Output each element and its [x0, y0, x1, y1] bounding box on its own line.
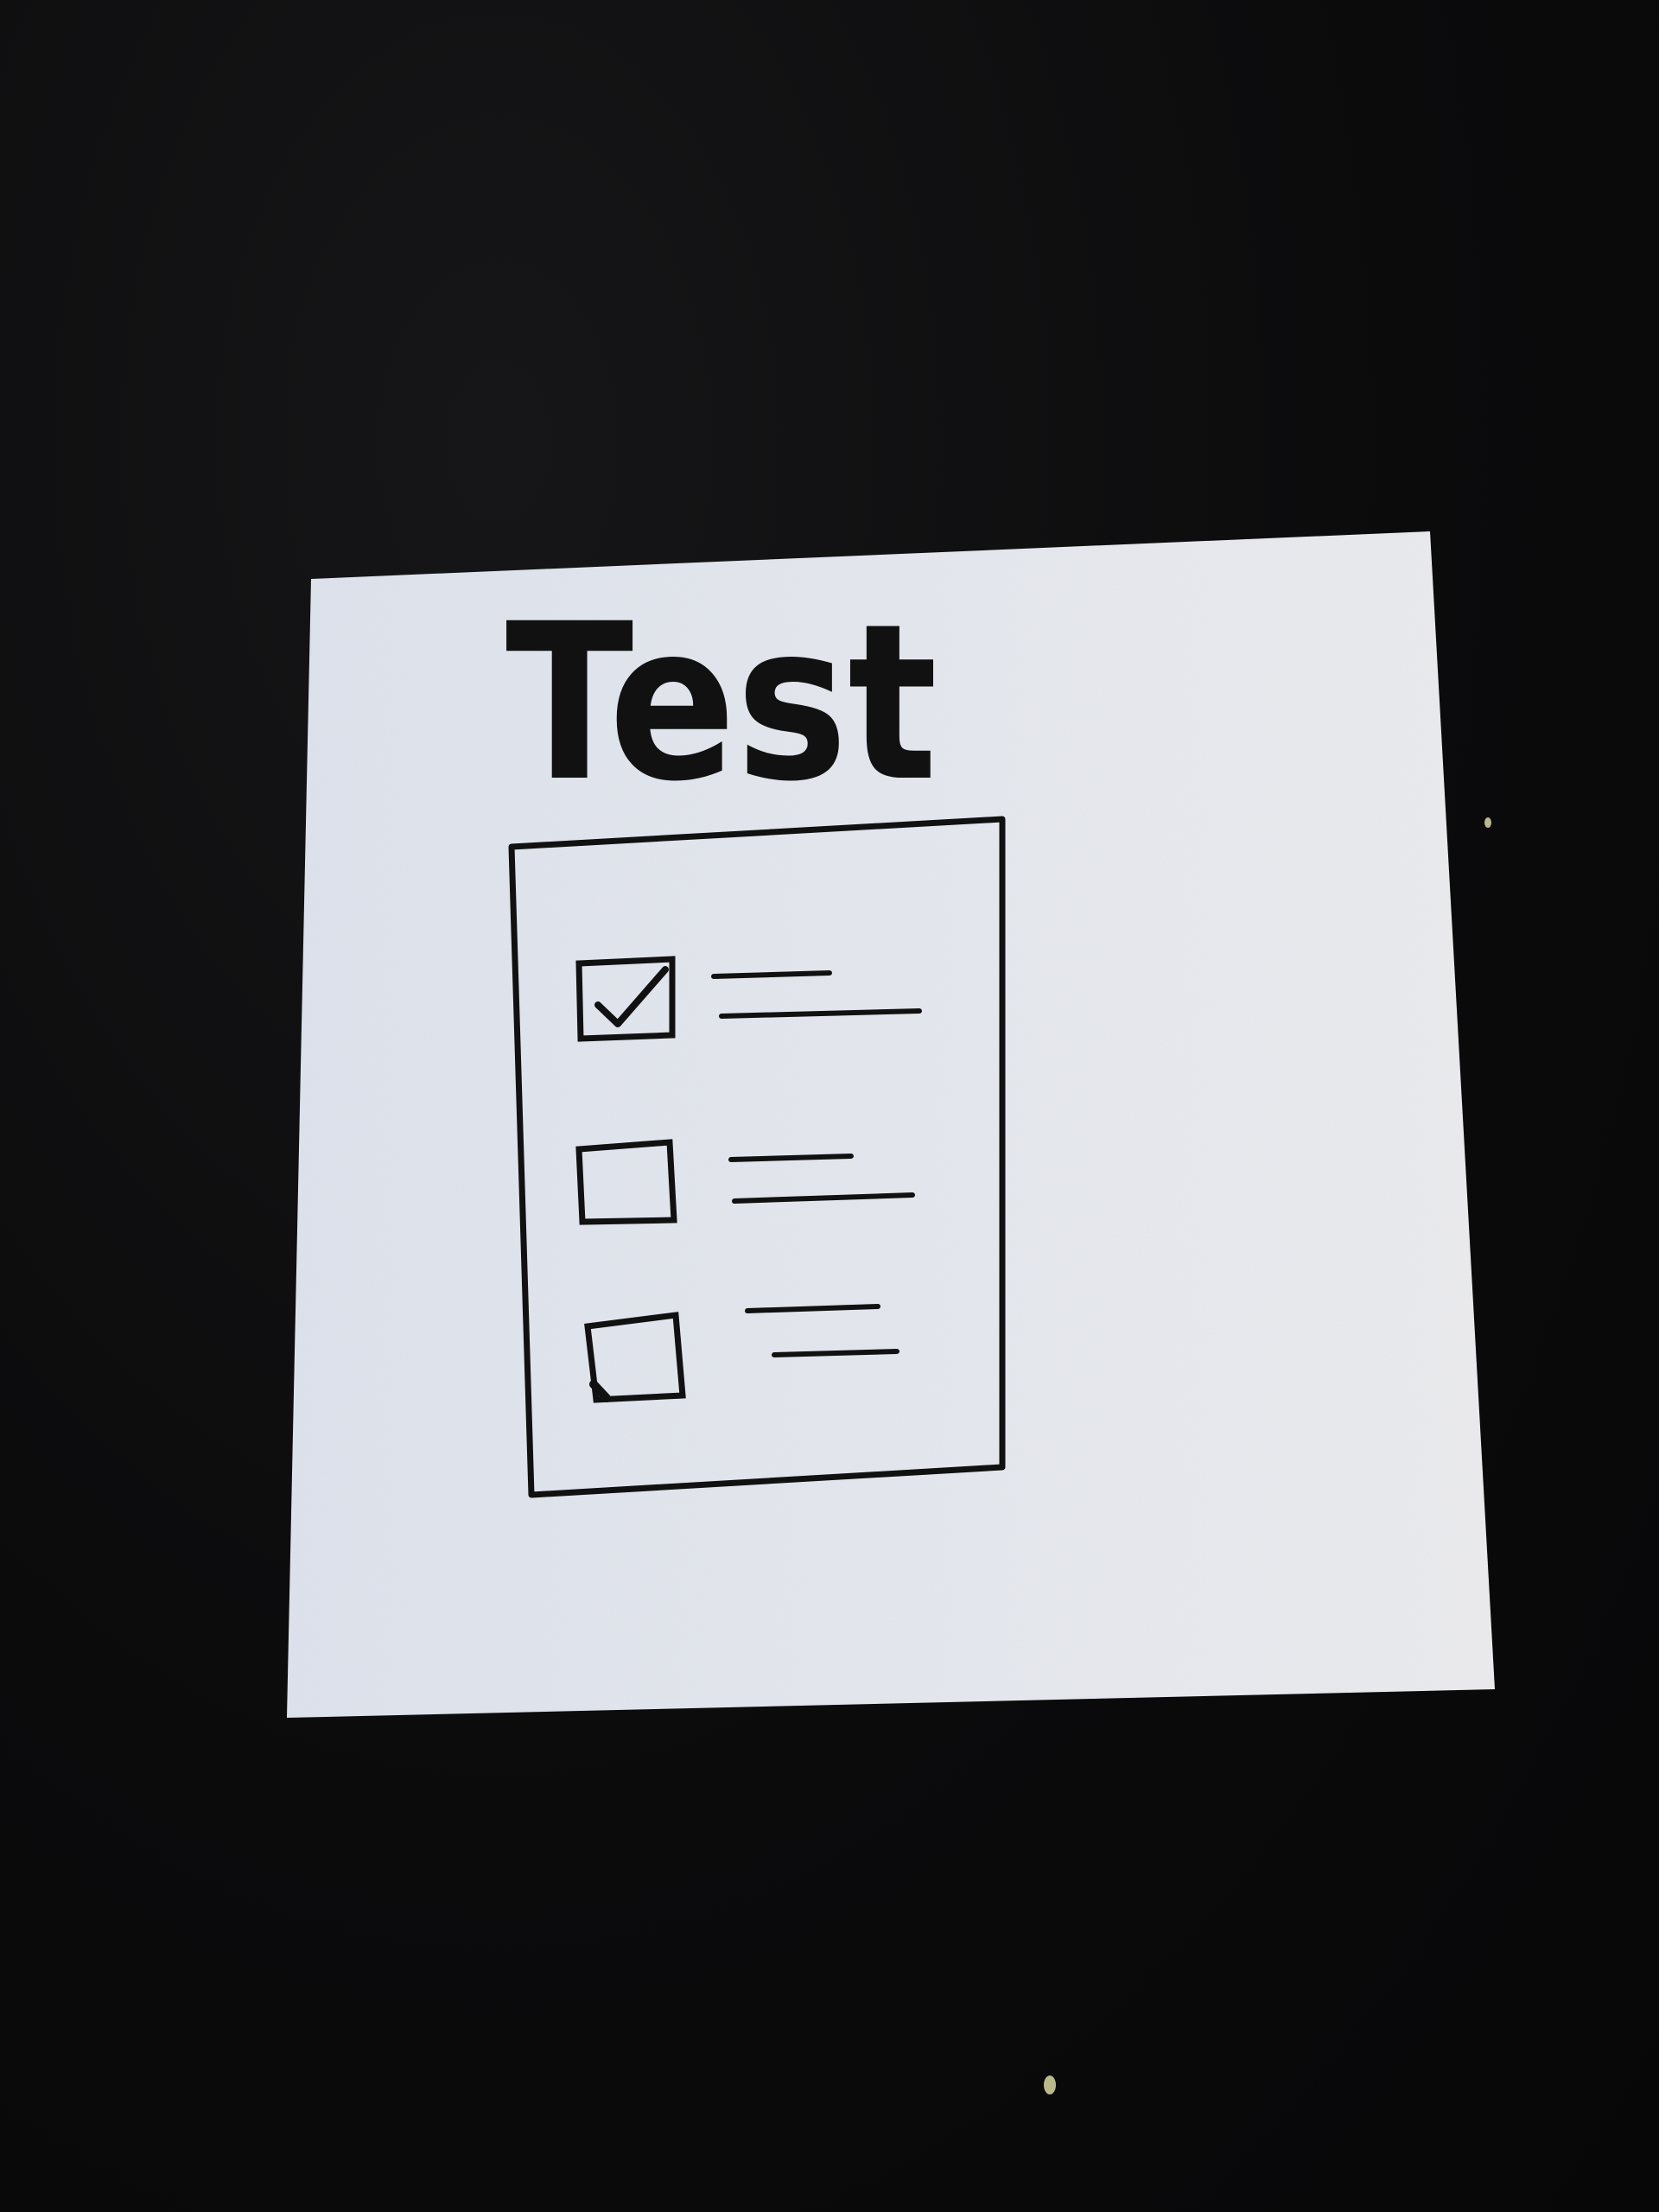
sketch-drawing: Test	[287, 531, 1495, 1718]
paper-note: Test	[285, 527, 1495, 1719]
photo-scene: Test	[0, 0, 1659, 2212]
text-line	[772, 1349, 899, 1357]
debris-speck	[1044, 2075, 1056, 2094]
text-line	[728, 1154, 854, 1162]
text-line	[711, 970, 832, 979]
note-title: Test	[505, 577, 938, 829]
